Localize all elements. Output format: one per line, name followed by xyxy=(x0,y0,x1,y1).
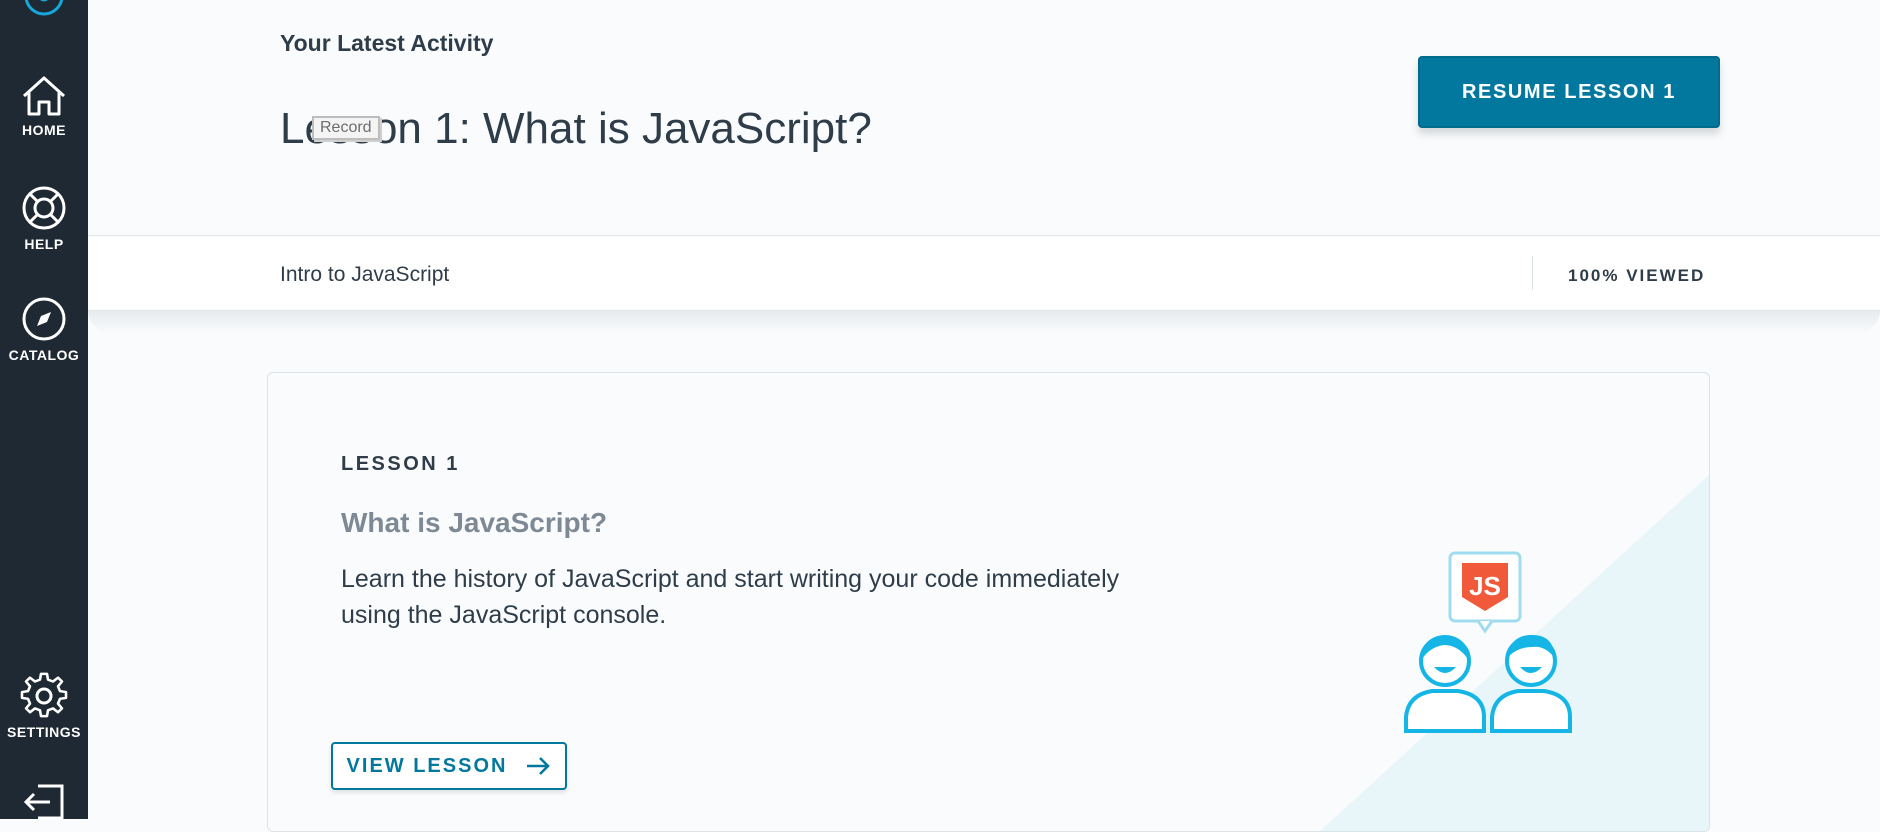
lesson-description: Learn the history of JavaScript and star… xyxy=(341,565,1120,629)
lesson-number: LESSON 1 xyxy=(341,453,460,475)
latest-activity-header: Your Latest Activity Lesson 1: What is J… xyxy=(88,0,1880,236)
sidebar-item-label: HELP xyxy=(24,236,64,252)
lifebuoy-icon xyxy=(22,186,66,230)
divider xyxy=(1532,256,1533,290)
header-shadow xyxy=(88,310,1880,334)
udacity-logo-icon[interactable] xyxy=(20,0,68,20)
resume-lesson-button[interactable]: RESUME LESSON 1 xyxy=(1418,56,1720,128)
sidebar-item-label: CATALOG xyxy=(8,347,80,363)
sidebar-item-label: SETTINGS xyxy=(6,724,81,740)
sidebar-item-label: HOME xyxy=(22,122,66,138)
svg-text:JS: JS xyxy=(1469,571,1501,601)
sidebar-item-home[interactable]: HOME xyxy=(0,74,88,138)
activity-label: Your Latest Activity xyxy=(280,30,494,56)
sidebar-item-catalog[interactable]: CATALOG xyxy=(0,295,88,363)
lesson-card: LESSON 1 What is JavaScript? Learn the h… xyxy=(267,372,1710,832)
sidebar-item-help[interactable]: HELP xyxy=(0,184,88,252)
sidebar: HOME HELP CATALOG SETTINGS xyxy=(0,0,88,820)
record-tooltip: Record xyxy=(312,116,380,140)
gear-icon xyxy=(20,672,68,718)
arrow-right-icon xyxy=(527,757,551,775)
main-content: Your Latest Activity Lesson 1: What is J… xyxy=(88,0,1880,832)
course-name: Intro to JavaScript xyxy=(280,263,450,286)
view-lesson-button[interactable]: VIEW LESSON xyxy=(331,742,567,790)
viewed-status: 100% VIEWED xyxy=(1568,266,1706,285)
view-lesson-label: VIEW LESSON xyxy=(346,754,508,777)
people-javascript-illustration: JS xyxy=(1404,551,1572,733)
home-icon xyxy=(22,76,66,116)
compass-icon xyxy=(22,297,66,341)
lesson-title: What is JavaScript? xyxy=(341,507,608,538)
sidebar-item-settings[interactable]: SETTINGS xyxy=(0,672,88,740)
